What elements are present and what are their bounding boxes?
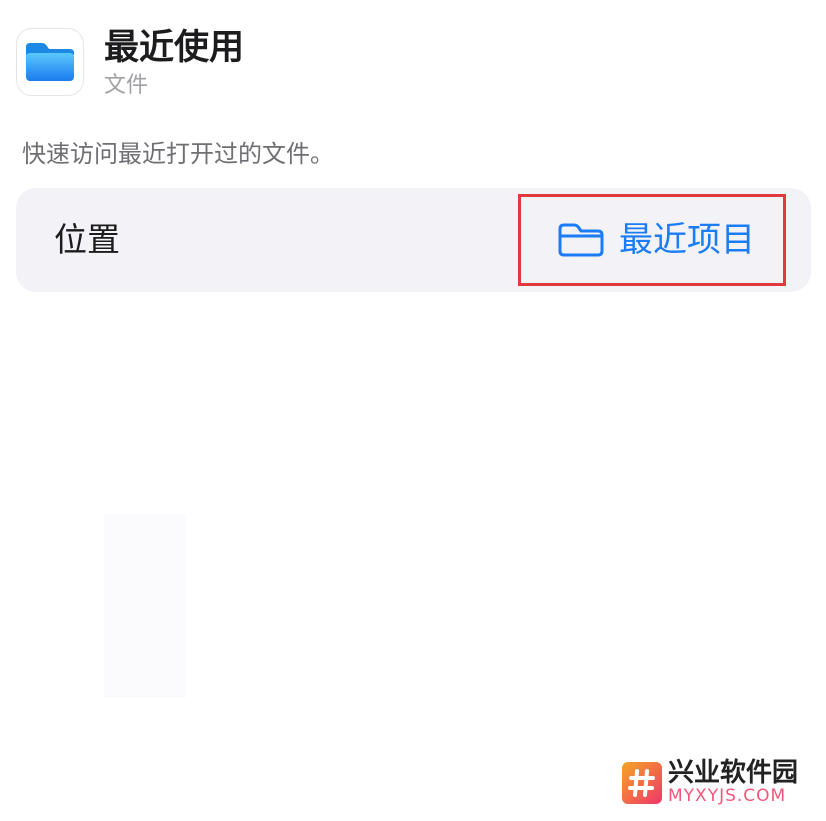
- watermark-url: MYXYJS.COM: [668, 786, 787, 806]
- faint-background-block: [104, 514, 186, 698]
- location-value-button[interactable]: 最近项目: [518, 194, 786, 286]
- watermark-name: 兴业软件园: [668, 758, 799, 788]
- folder-icon: [26, 43, 74, 81]
- location-label: 位置: [54, 220, 120, 259]
- watermark: 兴业软件园 MYXYJS.COM: [622, 758, 818, 808]
- location-parameter-row[interactable]: 位置 最近项目: [16, 188, 811, 292]
- folder-outline-icon: [558, 223, 604, 257]
- action-title: 最近使用: [104, 28, 245, 68]
- location-value-text: 最近项目: [619, 220, 755, 260]
- action-description: 快速访问最近打开过的文件。: [22, 140, 334, 168]
- shortcut-action-card: 最近使用 文件 快速访问最近打开过的文件。 位置 最近项目 兴业软件园 MYXY…: [0, 0, 826, 821]
- watermark-logo-icon: [622, 762, 662, 804]
- files-app-icon: [16, 28, 84, 96]
- action-subtitle: 文件: [104, 73, 149, 98]
